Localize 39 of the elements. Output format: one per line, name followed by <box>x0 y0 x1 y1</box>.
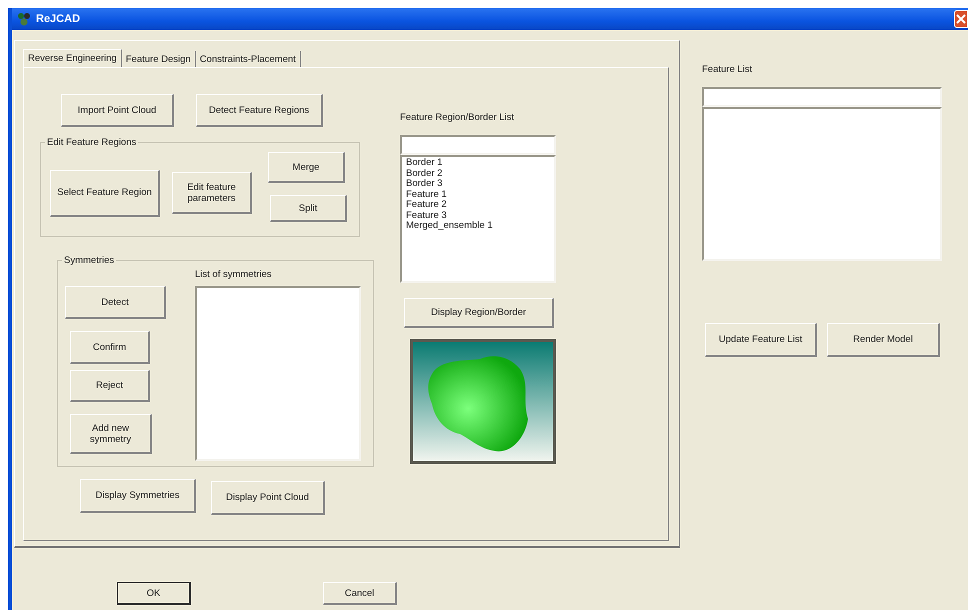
region-listbox[interactable]: Border 1 Border 2 Border 3 Feature 1 Feature 2 Feature 3 Merged_ensemble 1 <box>400 155 556 283</box>
close-button[interactable] <box>954 10 968 28</box>
symmetries-listbox[interactable] <box>195 286 361 461</box>
add-symmetry-button[interactable]: Add new symmetry <box>70 414 152 454</box>
detect-button[interactable]: Detect <box>65 286 166 319</box>
render-model-button[interactable]: Render Model <box>827 323 940 357</box>
display-symmetries-button[interactable]: Display Symmetries <box>80 479 196 513</box>
window-title: ReJCAD <box>36 13 80 25</box>
split-button[interactable]: Split <box>270 195 347 222</box>
input-field[interactable] <box>702 87 942 107</box>
select-region-button[interactable]: Select Feature Region <box>50 170 160 216</box>
confirm-button[interactable]: Confirm <box>70 331 150 364</box>
feature-listbox[interactable] <box>702 107 942 261</box>
list-item[interactable]: Border 2 <box>406 168 550 179</box>
list-label: Feature Region/Border List <box>400 112 514 123</box>
feature-list-label: Feature List <box>702 64 752 75</box>
tab[interactable]: Reverse Engineering <box>23 49 122 67</box>
list-item[interactable]: Feature 3 <box>406 210 550 221</box>
display-point-cloud-button[interactable]: Display Point Cloud <box>211 481 325 515</box>
import-point-cloud-button[interactable]: Import Point Cloud <box>61 94 174 127</box>
update-feature-list-button[interactable]: Update Feature List <box>705 323 817 357</box>
reject-button[interactable]: Reject <box>70 370 150 402</box>
app-icon <box>16 12 32 26</box>
display-region-button[interactable]: Display Region/Border <box>404 298 554 328</box>
list-item[interactable]: Feature 1 <box>406 190 550 200</box>
group-title: Symmetries <box>63 255 116 266</box>
list-item[interactable]: Feature 2 <box>406 200 550 210</box>
ok-button[interactable]: OK <box>117 582 191 605</box>
detect-regions-button[interactable]: Detect Feature Regions <box>196 94 323 127</box>
cancel-button[interactable]: Cancel <box>323 582 397 605</box>
list-item[interactable]: Border 1 <box>406 158 550 168</box>
merge-button[interactable]: Merge <box>268 152 345 183</box>
input-field[interactable] <box>400 135 556 155</box>
list-item[interactable]: Border 3 <box>406 179 550 190</box>
list-item[interactable]: Merged_ensemble 1 <box>406 221 550 232</box>
close-icon <box>956 14 966 24</box>
list-label: List of symmetries <box>195 269 273 280</box>
group-title: Edit Feature Regions <box>46 137 138 148</box>
edit-parameters-button[interactable]: Edit feature parameters <box>172 172 252 214</box>
